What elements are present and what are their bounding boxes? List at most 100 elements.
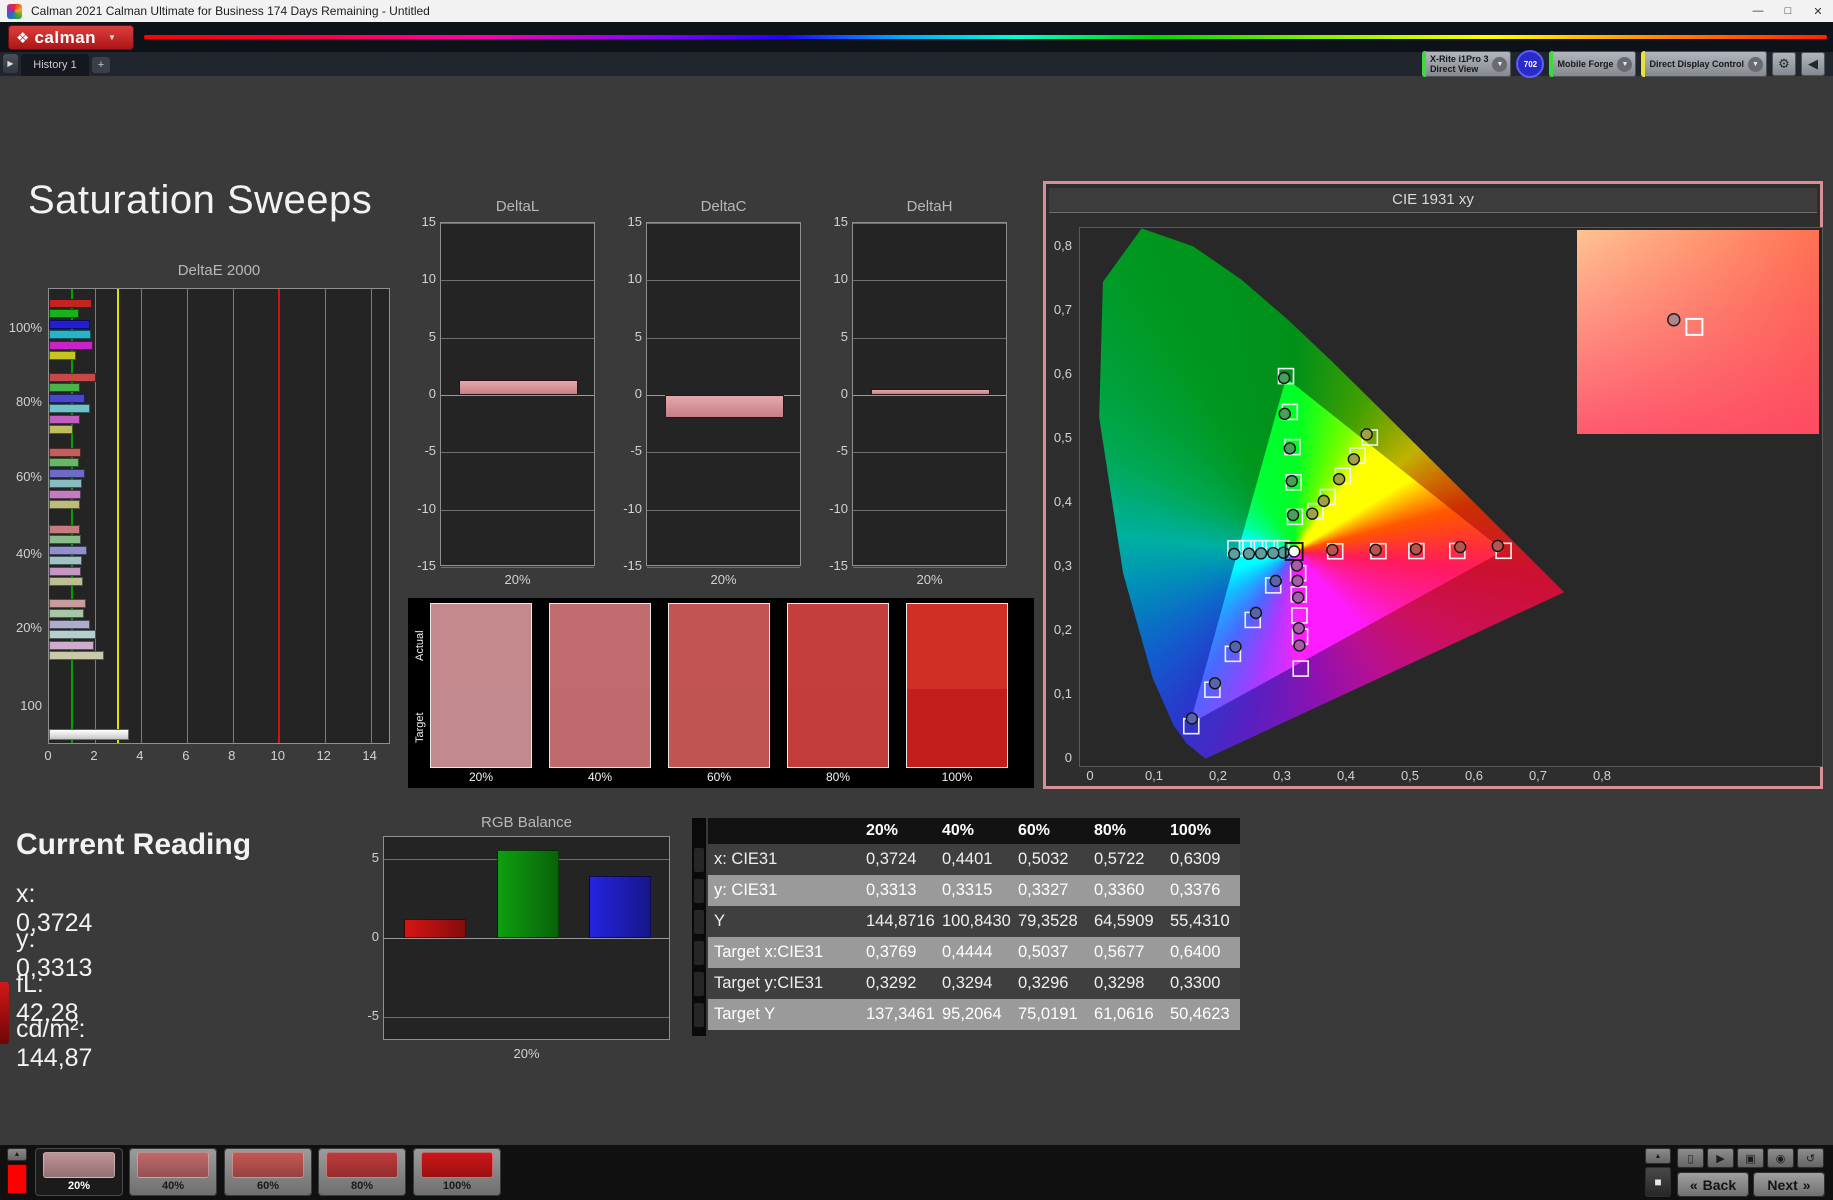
delta-y-tick: 10 (421, 271, 436, 287)
cie-target-point (1292, 660, 1310, 677)
pattern-color (232, 1152, 304, 1178)
rgb-x-label: 20% (513, 1046, 540, 1061)
deltae-bar (49, 500, 80, 509)
delta-y-tick: 10 (627, 271, 642, 287)
delta-y-tick: 15 (627, 214, 642, 229)
play-icon[interactable]: ▶ (1707, 1148, 1734, 1168)
pattern-button-60%[interactable]: 60% (224, 1148, 312, 1196)
window-mode-button[interactable]: ■ (1645, 1167, 1671, 1197)
meter-badge[interactable]: 702 (1516, 50, 1545, 78)
cie-measured-point (1277, 546, 1290, 559)
deltae-bar (49, 619, 90, 629)
device-toolbar: X-Rite i1Pro 3 Direct View ▼ 702 Mobile F… (1421, 50, 1825, 78)
gridline (441, 223, 594, 224)
layout-up-button[interactable]: ▲ (1645, 1148, 1671, 1164)
table-row-label: Y (708, 906, 860, 937)
delta-y-tick: 0 (634, 386, 642, 401)
maximize-button[interactable]: □ (1773, 0, 1803, 22)
cie-x-tick: 0,8 (1592, 768, 1612, 783)
delta-y-tick: 0 (428, 386, 436, 401)
swatch-target (669, 689, 769, 767)
cie-y-tick: 0,5 (1053, 430, 1072, 445)
cie-measured-point (1332, 472, 1346, 486)
meter-select-xrite[interactable]: X-Rite i1Pro 3 Direct View ▼ (1421, 51, 1512, 77)
deltae-bar (49, 414, 80, 424)
deltae-x-tick: 6 (182, 748, 190, 763)
trash-icon[interactable]: ▯ (1677, 1148, 1704, 1168)
deltae-bar (49, 458, 79, 467)
swatch-actual (669, 604, 769, 689)
cie-target-point (1291, 607, 1308, 624)
table-cell: 0,4444 (936, 937, 1012, 968)
pattern-button-40%[interactable]: 40% (129, 1148, 217, 1196)
delta-y-tick: -15 (829, 558, 848, 573)
pattern-button-100%[interactable]: 100% (413, 1148, 501, 1196)
back-button[interactable]: «Back (1677, 1172, 1749, 1197)
table-cell: 64,5909 (1088, 906, 1164, 937)
add-tab-button[interactable]: + (92, 57, 110, 73)
table-col-header: 100% (1164, 818, 1240, 844)
table-cell: 0,5722 (1088, 844, 1164, 875)
delta-y-tick: -10 (623, 500, 642, 516)
save-icon[interactable]: ▣ (1737, 1148, 1764, 1168)
inset-markers (1667, 313, 1704, 336)
deltae-bar (49, 729, 130, 740)
gutter-segment (694, 941, 704, 965)
deltae-bar (49, 351, 76, 360)
deltae-bar (49, 468, 85, 478)
table-cell: 0,3300 (1164, 968, 1240, 999)
deltae-bar (49, 598, 86, 608)
cie-y-tick: 0,8 (1053, 238, 1072, 253)
swatch-percent-label: 80% (825, 770, 851, 784)
tab-history-1[interactable]: History 1 (21, 54, 89, 76)
table-cell: 95,2064 (936, 999, 1012, 1030)
delta-chart-title: DeltaH (906, 198, 953, 215)
cie-x-tick: 0,3 (1272, 768, 1292, 783)
cie-x-tick: 0,6 (1464, 768, 1484, 783)
history-expander-button[interactable]: ▶ (3, 54, 18, 73)
cie-measured-point (1285, 474, 1298, 488)
table-cell: 137,3461 (860, 999, 936, 1030)
calman-menu-button[interactable]: ❖ calman ▼ (8, 25, 134, 50)
close-button[interactable]: ✕ (1803, 0, 1833, 22)
refresh-icon[interactable]: ↺ (1797, 1148, 1824, 1168)
current-reading-line: cd/m²: 144,87 (16, 1015, 93, 1072)
meter-select-display[interactable]: Direct Display Control ▼ (1641, 51, 1767, 77)
next-button[interactable]: Next» (1753, 1172, 1825, 1197)
gridline (853, 337, 1006, 339)
gridline (441, 280, 594, 282)
cie-1931-panel: CIE 1931 xy (1043, 181, 1823, 789)
gridline (94, 289, 96, 743)
eye-icon[interactable]: ◉ (1767, 1148, 1794, 1168)
gridline (853, 395, 1006, 396)
chevron-down-icon[interactable]: ▼ (1748, 56, 1763, 72)
collapse-panel-button[interactable]: ◀ (1801, 52, 1825, 76)
chevron-right-icon: » (1802, 1176, 1811, 1193)
app-icon (7, 3, 22, 19)
delta-bar (871, 389, 990, 395)
cie-measured-point (1283, 442, 1297, 455)
chevron-down-icon: ▼ (108, 33, 116, 42)
table-cell: 0,5032 (1012, 844, 1088, 875)
page-title: Saturation Sweeps (28, 178, 373, 222)
hidden-panel-tab[interactable] (0, 982, 9, 1044)
table-cell: 0,3315 (936, 875, 1012, 906)
table-col-header: 20% (860, 818, 936, 844)
table-cell: 0,3376 (1164, 875, 1240, 906)
table-col-header: 60% (1012, 818, 1088, 844)
minimize-button[interactable]: — (1743, 0, 1773, 22)
delta-y-tick: -5 (424, 443, 436, 459)
pattern-button-80%[interactable]: 80% (318, 1148, 406, 1196)
chevron-down-icon[interactable]: ▼ (1492, 56, 1508, 72)
pattern-button-20%[interactable]: 20% (35, 1148, 123, 1196)
deltae-bar (49, 489, 82, 499)
deltae-bar (49, 545, 87, 555)
settings-gear-button[interactable]: ⚙ (1772, 52, 1796, 76)
chevron-down-icon[interactable]: ▼ (1617, 56, 1633, 72)
cie-measured-point (1291, 574, 1304, 588)
cie-y-tick: 0,7 (1053, 302, 1072, 317)
scroll-up-button[interactable]: ▲ (7, 1148, 27, 1161)
deltae-group-label: 60% (15, 469, 42, 484)
meter-select-source[interactable]: Mobile Forge ▼ (1549, 51, 1637, 77)
cie-measured-point (1291, 591, 1305, 604)
